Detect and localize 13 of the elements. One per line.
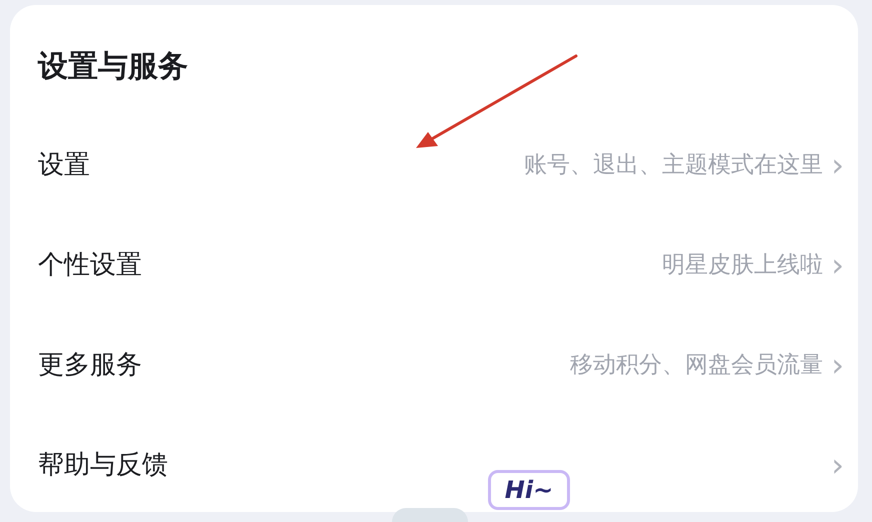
row-label: 更多服务 <box>38 348 142 382</box>
chevron-icon: › <box>831 149 844 181</box>
chevron-icon: › <box>831 449 844 481</box>
row-label: 设置 <box>38 148 90 182</box>
section-title: 设置与服务 <box>38 49 189 85</box>
row-hint: 移动积分、网盘会员流量 <box>570 350 824 380</box>
row-hint: 账号、退出、主题模式在这里 <box>524 150 824 180</box>
row-label: 个性设置 <box>38 248 142 282</box>
chevron-icon: › <box>831 249 844 281</box>
chevron-icon: › <box>831 349 844 381</box>
speech-bubble[interactable]: Hi~ <box>488 470 570 510</box>
row-label: 帮助与反馈 <box>38 448 168 482</box>
row-hint: 明星皮肤上线啦 <box>662 250 824 280</box>
